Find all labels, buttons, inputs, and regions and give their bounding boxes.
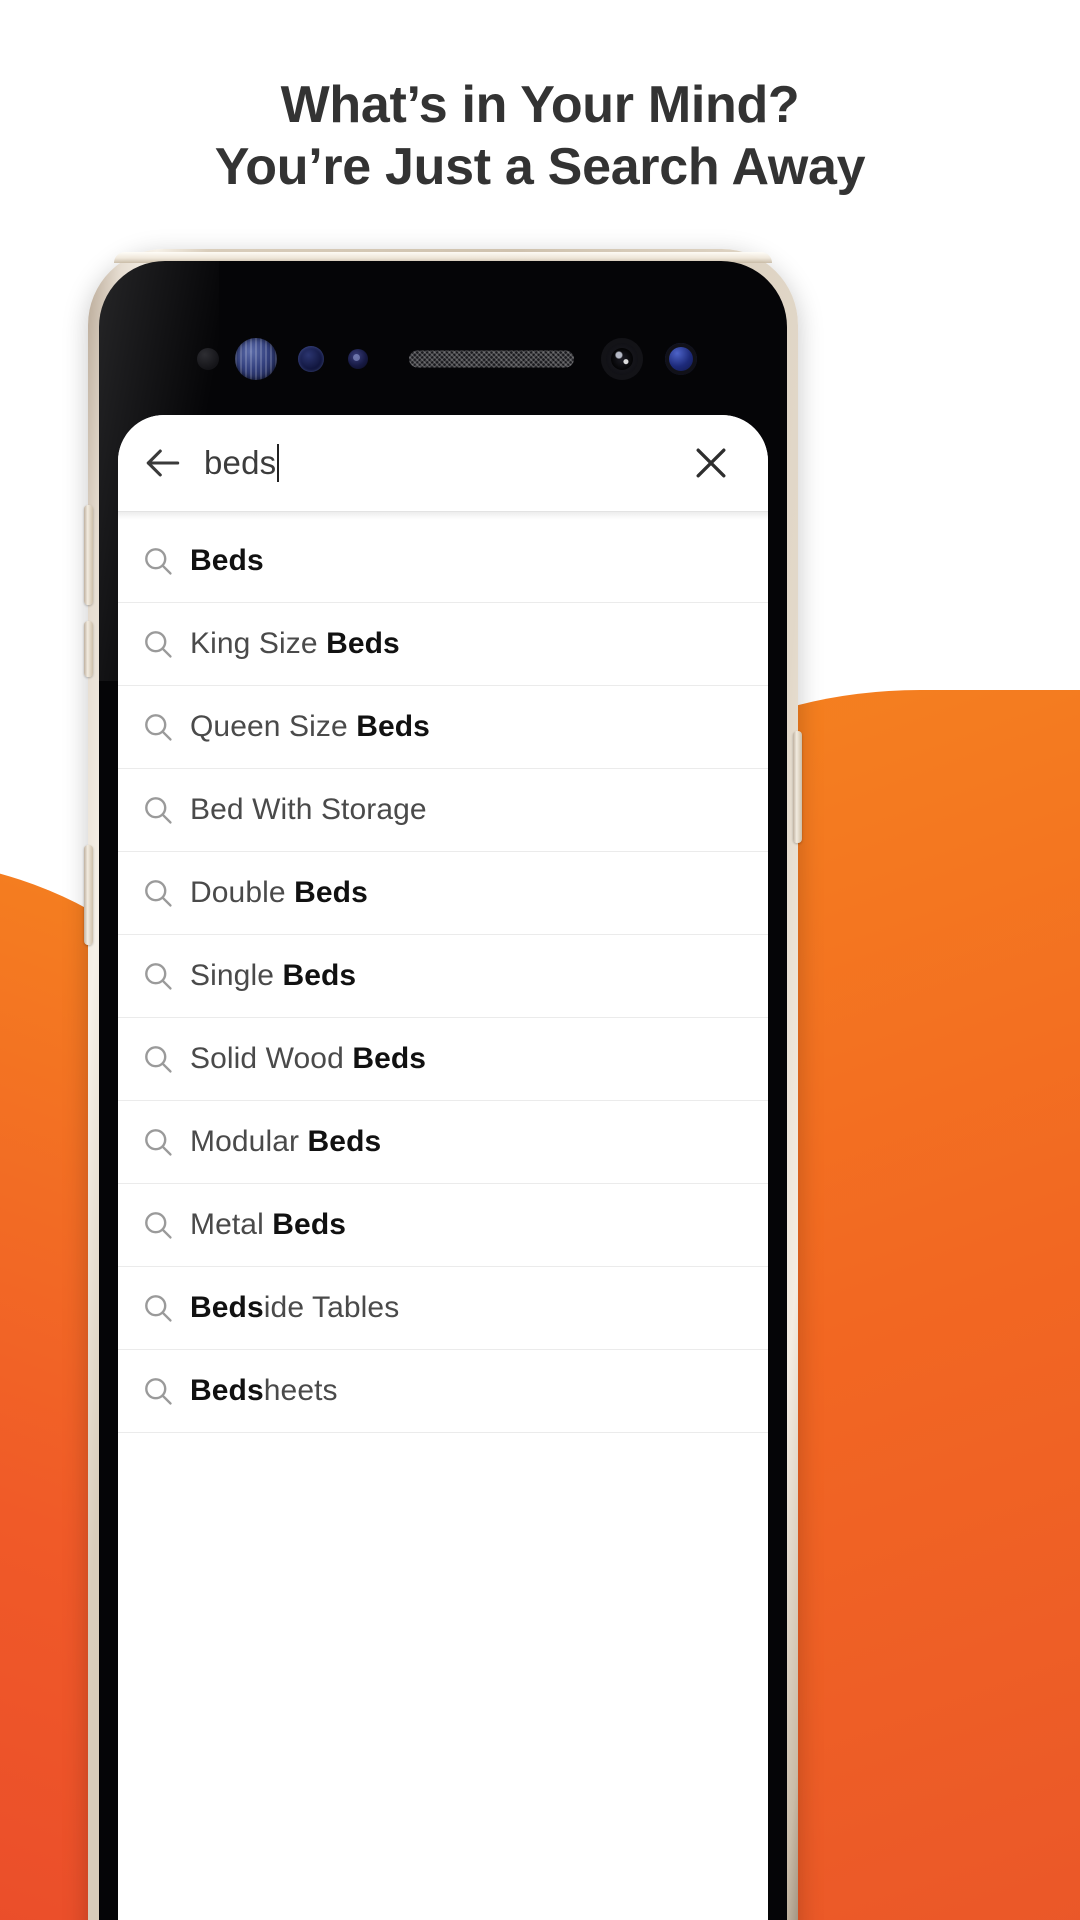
front-camera-icon — [601, 338, 643, 380]
light-sensor-icon — [298, 346, 324, 372]
search-bar-shadow — [118, 512, 768, 520]
volume-up-button[interactable] — [84, 505, 93, 605]
suggestion-prefix: Metal — [190, 1208, 273, 1241]
earpiece-speaker-icon — [409, 350, 574, 368]
status-led-icon — [665, 343, 697, 375]
suggestion-prefix: Solid Wood — [190, 1042, 353, 1075]
suggestion-match: Beds — [190, 1374, 264, 1407]
suggestion-label: Double Beds — [190, 876, 368, 910]
iris-scanner-icon — [235, 338, 277, 380]
suggestion-label: Modular Beds — [190, 1125, 381, 1159]
headline-line-1: What’s in Your Mind? — [280, 76, 800, 134]
suggestion-list: Beds King Size Beds Queen Size Beds Bed Wit… — [118, 520, 768, 1433]
search-icon — [140, 543, 190, 579]
phone-mockup: beds Beds King Size Beds Queen Size Beds Be… — [84, 249, 802, 1920]
suggestion-label: Bedsheets — [190, 1374, 338, 1408]
suggestion-match: Beds — [190, 544, 264, 577]
suggestion-row[interactable]: Queen Size Beds — [118, 686, 768, 769]
suggestion-match: Beds — [326, 627, 400, 660]
suggestion-label: Metal Beds — [190, 1208, 346, 1242]
suggestion-match: Beds — [307, 1125, 382, 1158]
suggestion-suffix: ide Tables — [263, 1291, 400, 1324]
suggestion-prefix: Single — [190, 959, 283, 992]
suggestion-row[interactable]: Double Beds — [118, 852, 768, 935]
suggestion-label: Single Beds — [190, 959, 356, 993]
search-icon — [140, 1041, 190, 1077]
suggestion-match: Beds — [272, 1208, 347, 1241]
suggestion-row[interactable]: Bed With Storage — [118, 769, 768, 852]
suggestion-match: Beds — [356, 710, 430, 743]
search-icon — [140, 626, 190, 662]
search-bar: beds — [118, 415, 768, 511]
search-icon — [140, 709, 190, 745]
suggestion-suffix: heets — [263, 1374, 338, 1407]
back-button[interactable] — [132, 432, 194, 494]
ir-sensor-icon — [348, 349, 368, 369]
close-icon — [689, 441, 733, 485]
suggestion-prefix: King Size — [190, 627, 327, 660]
search-input-value: beds — [204, 444, 277, 481]
suggestion-label: Queen Size Beds — [190, 710, 430, 744]
phone-screen-glass: beds Beds King Size Beds Queen Size Beds Be… — [99, 261, 787, 1920]
search-icon — [140, 792, 190, 828]
suggestion-row[interactable]: King Size Beds — [118, 603, 768, 686]
suggestion-label: Bedside Tables — [190, 1291, 399, 1325]
suggestion-match: Beds — [190, 1291, 264, 1324]
suggestion-row[interactable]: Metal Beds — [118, 1184, 768, 1267]
suggestion-match: Beds — [352, 1042, 427, 1075]
search-icon — [140, 875, 190, 911]
suggestion-row[interactable]: Single Beds — [118, 935, 768, 1018]
clear-search-button[interactable] — [680, 432, 742, 494]
suggestion-label: Bed With Storage — [190, 793, 427, 827]
search-icon — [140, 1290, 190, 1326]
suggestion-row[interactable]: Solid Wood Beds — [118, 1018, 768, 1101]
sensor-cluster — [99, 338, 787, 380]
suggestion-prefix: Bed With Storage — [190, 793, 427, 826]
search-icon — [140, 1373, 190, 1409]
suggestion-match: Beds — [294, 876, 368, 909]
text-cursor — [277, 444, 280, 482]
search-icon — [140, 958, 190, 994]
app-screen: beds Beds King Size Beds Queen Size Beds Be… — [118, 415, 768, 1920]
suggestion-label: Solid Wood Beds — [190, 1042, 426, 1076]
suggestion-row[interactable]: Bedsheets — [118, 1350, 768, 1433]
bixby-button[interactable] — [84, 621, 93, 677]
arrow-left-icon — [141, 441, 185, 485]
suggestion-prefix: Modular — [190, 1125, 308, 1158]
suggestion-label: Beds — [190, 544, 264, 578]
suggestion-row[interactable]: Bedside Tables — [118, 1267, 768, 1350]
suggestion-row[interactable]: Modular Beds — [118, 1101, 768, 1184]
headline-line-2: You’re Just a Search Away — [214, 138, 866, 196]
suggestion-label: King Size Beds — [190, 627, 400, 661]
search-input[interactable]: beds — [204, 444, 680, 482]
page-title: What’s in Your Mind? You’re Just a Searc… — [0, 74, 1080, 198]
volume-down-button[interactable] — [84, 845, 93, 945]
suggestion-match: Beds — [282, 959, 357, 992]
suggestion-prefix: Double — [190, 876, 295, 909]
proximity-sensor-icon — [197, 348, 219, 370]
search-icon — [140, 1207, 190, 1243]
suggestion-prefix: Queen Size — [190, 710, 357, 743]
suggestion-row[interactable]: Beds — [118, 520, 768, 603]
search-icon — [140, 1124, 190, 1160]
power-button[interactable] — [793, 731, 802, 843]
